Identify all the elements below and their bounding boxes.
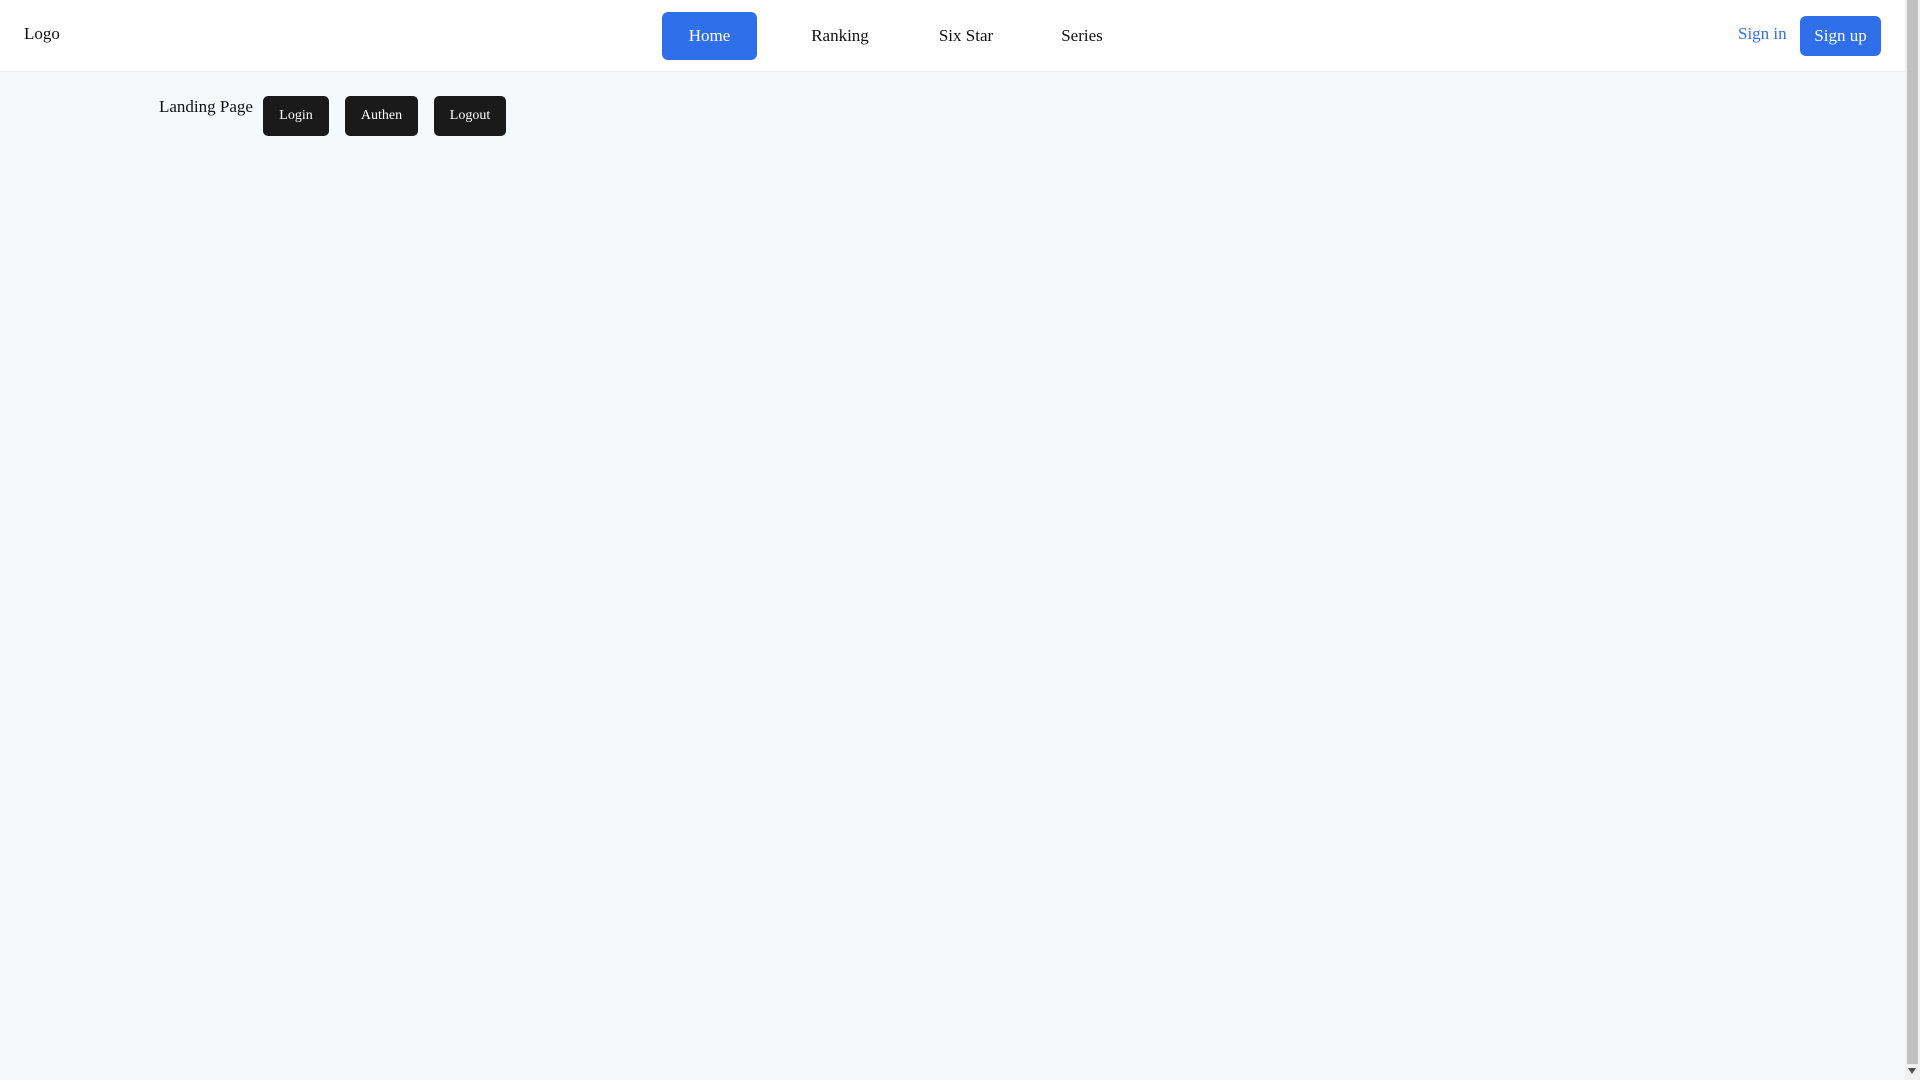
nav-item-series[interactable]: Series — [1042, 12, 1122, 60]
nav-item-six-star[interactable]: Six Star — [926, 12, 1006, 60]
top-navbar: Logo Home Ranking Six Star Series Sign i… — [0, 0, 1905, 72]
nav-item-home[interactable]: Home — [662, 12, 757, 60]
logout-button[interactable]: Logout — [434, 96, 506, 136]
chevron-down-icon[interactable] — [1908, 1068, 1916, 1074]
nav-item-ranking[interactable]: Ranking — [802, 12, 878, 60]
page-title: Landing Page — [159, 97, 253, 116]
scrollbar-thumb[interactable] — [1907, 0, 1918, 1064]
login-button[interactable]: Login — [263, 96, 329, 136]
sign-in-link[interactable]: Sign in — [1738, 24, 1787, 44]
authen-button[interactable]: Authen — [345, 96, 418, 136]
sign-up-button[interactable]: Sign up — [1800, 16, 1881, 56]
logo[interactable]: Logo — [24, 24, 60, 44]
